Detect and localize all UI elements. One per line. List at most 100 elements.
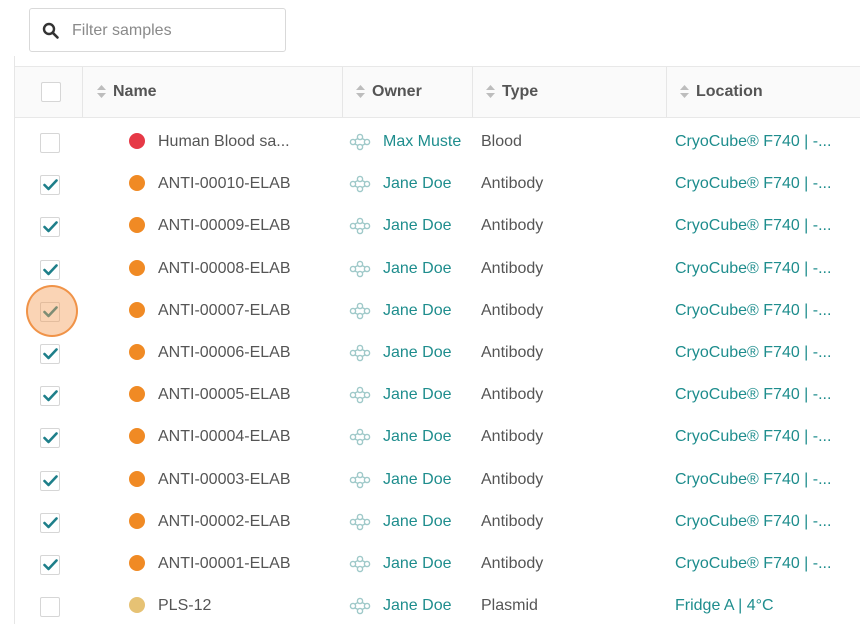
row-checkbox[interactable]	[40, 513, 60, 533]
column-label-location: Location	[696, 83, 763, 100]
status-dot	[129, 302, 145, 318]
owner-name[interactable]: Jane Doe	[383, 470, 473, 490]
sample-type: Antibody	[481, 217, 544, 234]
owner-name[interactable]: Max Muste	[383, 132, 473, 152]
row-checkbox[interactable]	[40, 471, 60, 491]
column-label-type: Type	[502, 83, 539, 100]
status-dot	[129, 260, 145, 276]
column-header-owner[interactable]: Owner	[342, 67, 472, 117]
storage-location[interactable]: CryoCube® F740 | -...	[675, 301, 860, 321]
sample-name[interactable]: ANTI-00006-ELAB	[158, 343, 338, 363]
owner-name[interactable]: Jane Doe	[383, 427, 473, 447]
owner-name[interactable]: Jane Doe	[383, 216, 473, 236]
owner-name[interactable]: Jane Doe	[383, 301, 473, 321]
sample-type: Blood	[481, 133, 522, 150]
owner-avatar-icon	[349, 471, 371, 494]
select-all-header	[15, 67, 82, 117]
select-all-checkbox[interactable]	[41, 82, 61, 102]
table-row[interactable]: ANTI-00003-ELAB Jane Doe Antibody CryoCube®…	[15, 459, 860, 501]
column-header-location[interactable]: Location	[666, 67, 860, 117]
owner-avatar-icon	[349, 597, 371, 620]
column-label-name: Name	[113, 83, 157, 100]
status-dot	[129, 513, 145, 529]
sample-type: Antibody	[481, 302, 544, 319]
sample-name[interactable]: ANTI-00003-ELAB	[158, 470, 338, 490]
sample-name[interactable]: PLS-12	[158, 596, 338, 616]
table-row[interactable]: ANTI-00002-ELAB Jane Doe Antibody CryoCube®…	[15, 501, 860, 543]
sample-name[interactable]: ANTI-00001-ELAB	[158, 554, 338, 574]
table-row[interactable]: ANTI-00005-ELAB Jane Doe Antibody CryoCube®…	[15, 374, 860, 416]
storage-location[interactable]: CryoCube® F740 | -...	[675, 554, 860, 574]
owner-name[interactable]: Jane Doe	[383, 512, 473, 532]
sort-icon	[680, 85, 689, 98]
row-checkbox[interactable]	[40, 597, 60, 617]
status-dot	[129, 597, 145, 613]
row-checkbox[interactable]	[40, 555, 60, 575]
table-row[interactable]: ANTI-00004-ELAB Jane Doe Antibody CryoCube®…	[15, 416, 860, 458]
table-row[interactable]: Human Blood sa... Max Muste Blood CryoCube®…	[15, 121, 860, 163]
storage-location[interactable]: CryoCube® F740 | -...	[675, 174, 860, 194]
owner-avatar-icon	[349, 133, 371, 156]
filter-box[interactable]	[29, 8, 286, 52]
status-dot	[129, 133, 145, 149]
sample-type: Antibody	[481, 513, 544, 530]
storage-location[interactable]: CryoCube® F740 | -...	[675, 512, 860, 532]
row-checkbox[interactable]	[40, 175, 60, 195]
storage-location[interactable]: CryoCube® F740 | -...	[675, 470, 860, 490]
owner-name[interactable]: Jane Doe	[383, 259, 473, 279]
status-dot	[129, 386, 145, 402]
sort-icon	[486, 85, 495, 98]
owner-avatar-icon	[349, 555, 371, 578]
table-row[interactable]: ANTI-00009-ELAB Jane Doe Antibody CryoCube®…	[15, 205, 860, 247]
sample-type: Antibody	[481, 555, 544, 572]
table-row[interactable]: ANTI-00006-ELAB Jane Doe Antibody CryoCube®…	[15, 332, 860, 374]
storage-location[interactable]: CryoCube® F740 | -...	[675, 385, 860, 405]
table-row[interactable]: ANTI-00001-ELAB Jane Doe Antibody CryoCube®…	[15, 543, 860, 585]
row-checkbox[interactable]	[40, 260, 60, 280]
storage-location[interactable]: CryoCube® F740 | -...	[675, 343, 860, 363]
row-checkbox[interactable]	[40, 428, 60, 448]
owner-avatar-icon	[349, 344, 371, 367]
storage-location[interactable]: CryoCube® F740 | -...	[675, 259, 860, 279]
status-dot	[129, 344, 145, 360]
search-icon	[42, 22, 59, 39]
sample-type: Antibody	[481, 260, 544, 277]
sample-name[interactable]: ANTI-00008-ELAB	[158, 259, 338, 279]
storage-location[interactable]: CryoCube® F740 | -...	[675, 427, 860, 447]
status-dot	[129, 555, 145, 571]
column-header-type[interactable]: Type	[472, 67, 666, 117]
filter-input[interactable]	[72, 20, 272, 42]
sample-name[interactable]: ANTI-00005-ELAB	[158, 385, 338, 405]
table-row[interactable]: ANTI-00007-ELAB Jane Doe Antibody CryoCube®…	[15, 290, 860, 332]
owner-name[interactable]: Jane Doe	[383, 343, 473, 363]
table-row[interactable]: ANTI-00010-ELAB Jane Doe Antibody CryoCube®…	[15, 163, 860, 205]
table-row[interactable]: ANTI-00008-ELAB Jane Doe Antibody CryoCube®…	[15, 248, 860, 290]
status-dot	[129, 217, 145, 233]
sample-name[interactable]: ANTI-00009-ELAB	[158, 216, 338, 236]
row-checkbox[interactable]	[40, 344, 60, 364]
owner-name[interactable]: Jane Doe	[383, 596, 473, 616]
row-checkbox[interactable]	[40, 217, 60, 237]
row-checkbox[interactable]	[40, 386, 60, 406]
storage-location[interactable]: CryoCube® F740 | -...	[675, 132, 860, 152]
sample-name[interactable]: ANTI-00010-ELAB	[158, 174, 338, 194]
owner-name[interactable]: Jane Doe	[383, 385, 473, 405]
row-checkbox[interactable]	[40, 302, 60, 322]
sample-name[interactable]: Human Blood sa...	[158, 132, 338, 152]
column-header-name[interactable]: Name	[82, 67, 342, 117]
storage-location[interactable]: CryoCube® F740 | -...	[675, 216, 860, 236]
status-dot	[129, 428, 145, 444]
table-row[interactable]: PLS-12 Jane Doe Plasmid Fridge A | 4°C	[15, 585, 860, 627]
row-checkbox[interactable]	[40, 133, 60, 153]
owner-name[interactable]: Jane Doe	[383, 554, 473, 574]
owner-name[interactable]: Jane Doe	[383, 174, 473, 194]
sort-icon	[97, 85, 106, 98]
storage-location[interactable]: Fridge A | 4°C	[675, 596, 860, 616]
sample-name[interactable]: ANTI-00007-ELAB	[158, 301, 338, 321]
sample-type: Antibody	[481, 175, 544, 192]
sample-name[interactable]: ANTI-00004-ELAB	[158, 427, 338, 447]
sample-name[interactable]: ANTI-00002-ELAB	[158, 512, 338, 532]
sample-type: Antibody	[481, 344, 544, 361]
owner-avatar-icon	[349, 175, 371, 198]
status-dot	[129, 471, 145, 487]
